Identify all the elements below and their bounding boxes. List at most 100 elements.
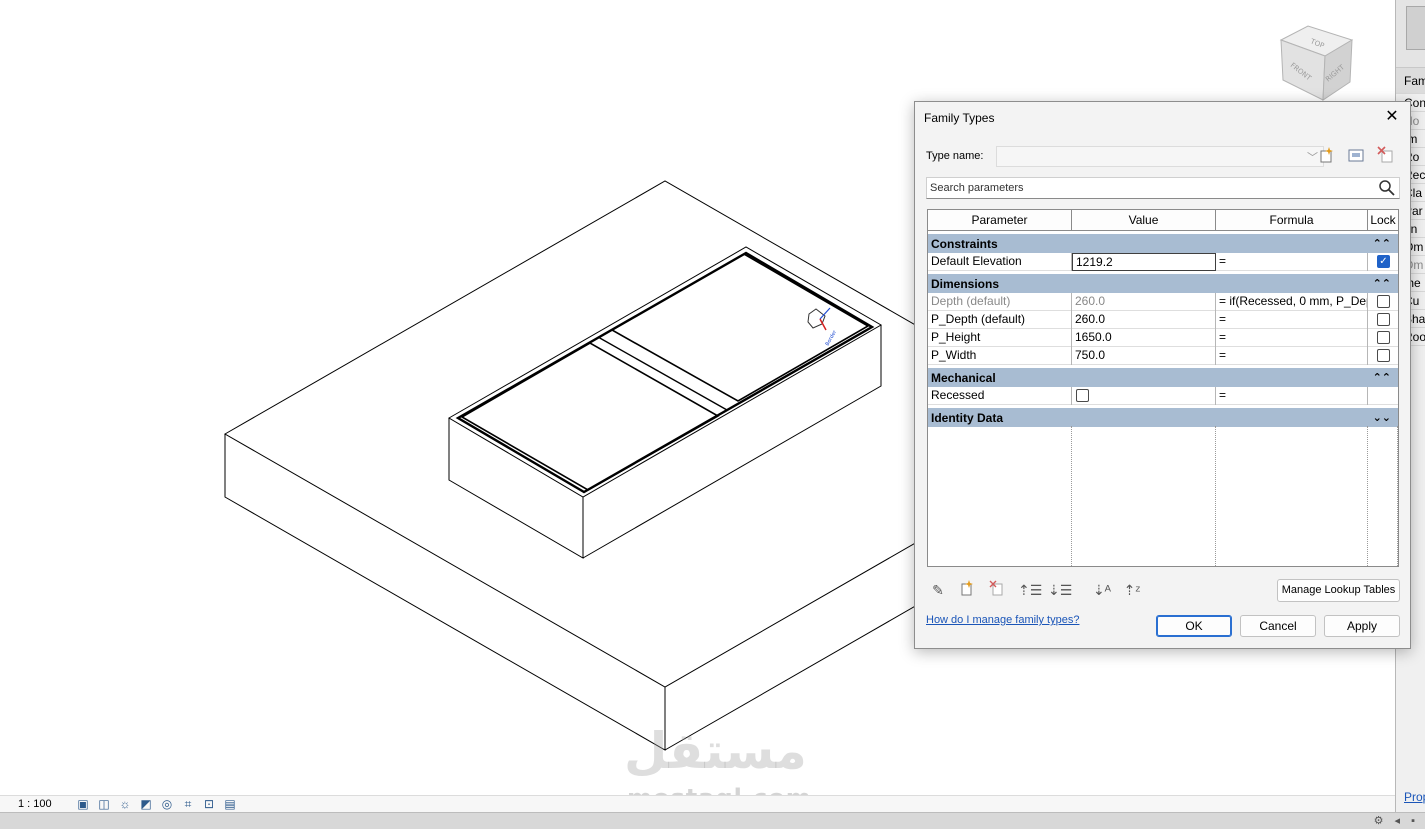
edit-parameter-icon[interactable]: ✎	[928, 580, 948, 600]
collapse-icon[interactable]: ⌃⌃	[1373, 234, 1391, 254]
ok-button[interactable]: OK	[1156, 615, 1232, 637]
column-header-formula[interactable]: Formula	[1216, 210, 1368, 231]
value-cell[interactable]: 1650.0	[1072, 329, 1216, 347]
rendering-icon[interactable]: ◎	[158, 796, 176, 812]
status-icons[interactable]: ⚙ ◂ ▪	[1374, 814, 1419, 827]
cancel-button[interactable]: Cancel	[1240, 615, 1316, 637]
lock-cell	[1368, 347, 1398, 365]
sun-path-icon[interactable]: ☼	[116, 796, 134, 812]
lock-checkbox[interactable]	[1377, 313, 1390, 326]
group-dimensions[interactable]: Dimensions ⌃⌃	[928, 273, 1398, 293]
column-header-lock[interactable]: Lock	[1368, 210, 1398, 231]
move-down-icon[interactable]: ⇣☰	[1048, 580, 1072, 600]
group-identity-data[interactable]: Identity Data ⌄⌄	[928, 407, 1398, 427]
table-row[interactable]: Recessed =	[928, 387, 1398, 405]
group-label: Dimensions	[931, 277, 1000, 291]
help-link[interactable]: How do I manage family types?	[926, 614, 1079, 626]
formula-cell[interactable]: =	[1216, 347, 1368, 365]
group-mechanical[interactable]: Mechanical ⌃⌃	[928, 367, 1398, 387]
lock-checkbox[interactable]	[1377, 349, 1390, 362]
parameter-name: P_Height	[928, 329, 1072, 347]
column-header-parameter[interactable]: Parameter	[928, 210, 1072, 231]
column-divider	[1367, 426, 1368, 566]
lock-cell: ✓	[1368, 253, 1398, 271]
lock-cell	[1368, 387, 1398, 405]
family-types-dialog: Family Types ✕ Type name: ﹀ Parameter Va…	[914, 101, 1411, 649]
lock-checkbox[interactable]	[1377, 331, 1390, 344]
group-label: Identity Data	[931, 411, 1004, 425]
collapse-icon[interactable]: ⌃⌃	[1373, 368, 1391, 388]
group-label: Mechanical	[931, 371, 996, 385]
formula-cell[interactable]: =	[1216, 311, 1368, 329]
table-row[interactable]: Default Elevation 1219.2 = ✓	[928, 253, 1398, 271]
dialog-title: Family Types	[924, 111, 995, 125]
parameter-name: Depth (default)	[928, 293, 1072, 311]
parameter-name: Default Elevation	[928, 253, 1072, 271]
group-label: Constraints	[931, 237, 998, 251]
formula-cell[interactable]: = if(Recessed, 0 mm, P_Depth	[1216, 293, 1368, 311]
group-constraints[interactable]: Constraints ⌃⌃	[928, 233, 1398, 253]
column-divider	[1397, 426, 1398, 566]
lock-cell	[1368, 293, 1398, 311]
table-row[interactable]: P_Width 750.0 =	[928, 347, 1398, 365]
search-parameters-field[interactable]	[926, 177, 1400, 199]
new-type-icon[interactable]	[1316, 146, 1338, 168]
value-cell: 260.0	[1072, 293, 1216, 311]
value-input[interactable]: 1219.2	[1072, 253, 1216, 271]
origin-marker: Border	[807, 307, 839, 347]
table-row[interactable]: P_Height 1650.0 =	[928, 329, 1398, 347]
move-up-icon[interactable]: ⇡☰	[1018, 580, 1042, 600]
visual-style-icon[interactable]: ◫	[95, 796, 113, 812]
parameter-name: P_Depth (default)	[928, 311, 1072, 329]
parameters-grid: Parameter Value Formula Lock Constraints…	[927, 209, 1399, 567]
grid-header: Parameter Value Formula Lock	[928, 210, 1398, 231]
apply-button[interactable]: Apply	[1324, 615, 1400, 637]
manage-lookup-tables-button[interactable]: Manage Lookup Tables	[1277, 579, 1400, 602]
delete-type-icon[interactable]	[1375, 146, 1397, 168]
rename-type-icon[interactable]	[1345, 146, 1367, 168]
sort-descending-icon[interactable]: ⇡ᶻ	[1122, 580, 1142, 600]
show-crop-icon[interactable]: ⊡	[200, 796, 218, 812]
expand-icon[interactable]: ⌄⌄	[1373, 408, 1391, 428]
sort-ascending-icon[interactable]: ⇣ᴬ	[1092, 580, 1112, 600]
parameter-name: P_Width	[928, 347, 1072, 365]
collapse-icon[interactable]: ⌃⌃	[1373, 274, 1391, 294]
view-scale[interactable]: 1 : 100	[18, 798, 52, 810]
lock-checkbox[interactable]	[1377, 295, 1390, 308]
new-parameter-icon[interactable]	[957, 580, 977, 600]
parameter-name: Recessed	[928, 387, 1072, 405]
column-header-value[interactable]: Value	[1072, 210, 1216, 231]
view-control-bar: 1 : 100 ▣ ◫ ☼ ◩ ◎ ⌗ ⊡ ▤	[0, 795, 1395, 812]
table-row[interactable]: P_Depth (default) 260.0 =	[928, 311, 1398, 329]
type-name-dropdown[interactable]: ﹀	[996, 146, 1324, 167]
delete-parameter-icon[interactable]	[987, 580, 1007, 600]
shadows-icon[interactable]: ◩	[137, 796, 155, 812]
crop-view-icon[interactable]: ⌗	[179, 796, 197, 812]
type-thumbnail	[1406, 6, 1425, 50]
search-icon[interactable]	[1378, 179, 1396, 197]
value-cell	[1072, 387, 1216, 405]
formula-cell[interactable]: =	[1216, 329, 1368, 347]
properties-help-link[interactable]: Prop	[1404, 790, 1425, 804]
temporary-hide-icon[interactable]: ▤	[221, 796, 239, 812]
type-selector[interactable]	[1396, 0, 1425, 68]
formula-cell[interactable]: =	[1216, 253, 1368, 271]
cabinet-box	[448, 246, 882, 559]
detail-level-icon[interactable]: ▣	[74, 796, 92, 812]
application-status-bar: ⚙ ◂ ▪	[0, 812, 1425, 829]
search-input[interactable]	[927, 178, 1367, 198]
column-divider	[1071, 426, 1072, 566]
properties-label[interactable]: Fam	[1396, 68, 1425, 94]
lock-checkbox[interactable]: ✓	[1377, 255, 1390, 268]
table-row[interactable]: Depth (default) 260.0 = if(Recessed, 0 m…	[928, 293, 1398, 311]
column-divider	[1215, 426, 1216, 566]
close-icon[interactable]: ✕	[1382, 107, 1402, 127]
lock-cell	[1368, 329, 1398, 347]
view-cube-icon[interactable]: TOP FRONT RIGHT	[1276, 22, 1360, 106]
lock-cell	[1368, 311, 1398, 329]
value-cell[interactable]: 260.0	[1072, 311, 1216, 329]
value-cell[interactable]: 750.0	[1072, 347, 1216, 365]
recessed-checkbox[interactable]	[1076, 389, 1089, 402]
formula-cell[interactable]: =	[1216, 387, 1368, 405]
watermark-arabic: مستقل	[624, 722, 807, 780]
